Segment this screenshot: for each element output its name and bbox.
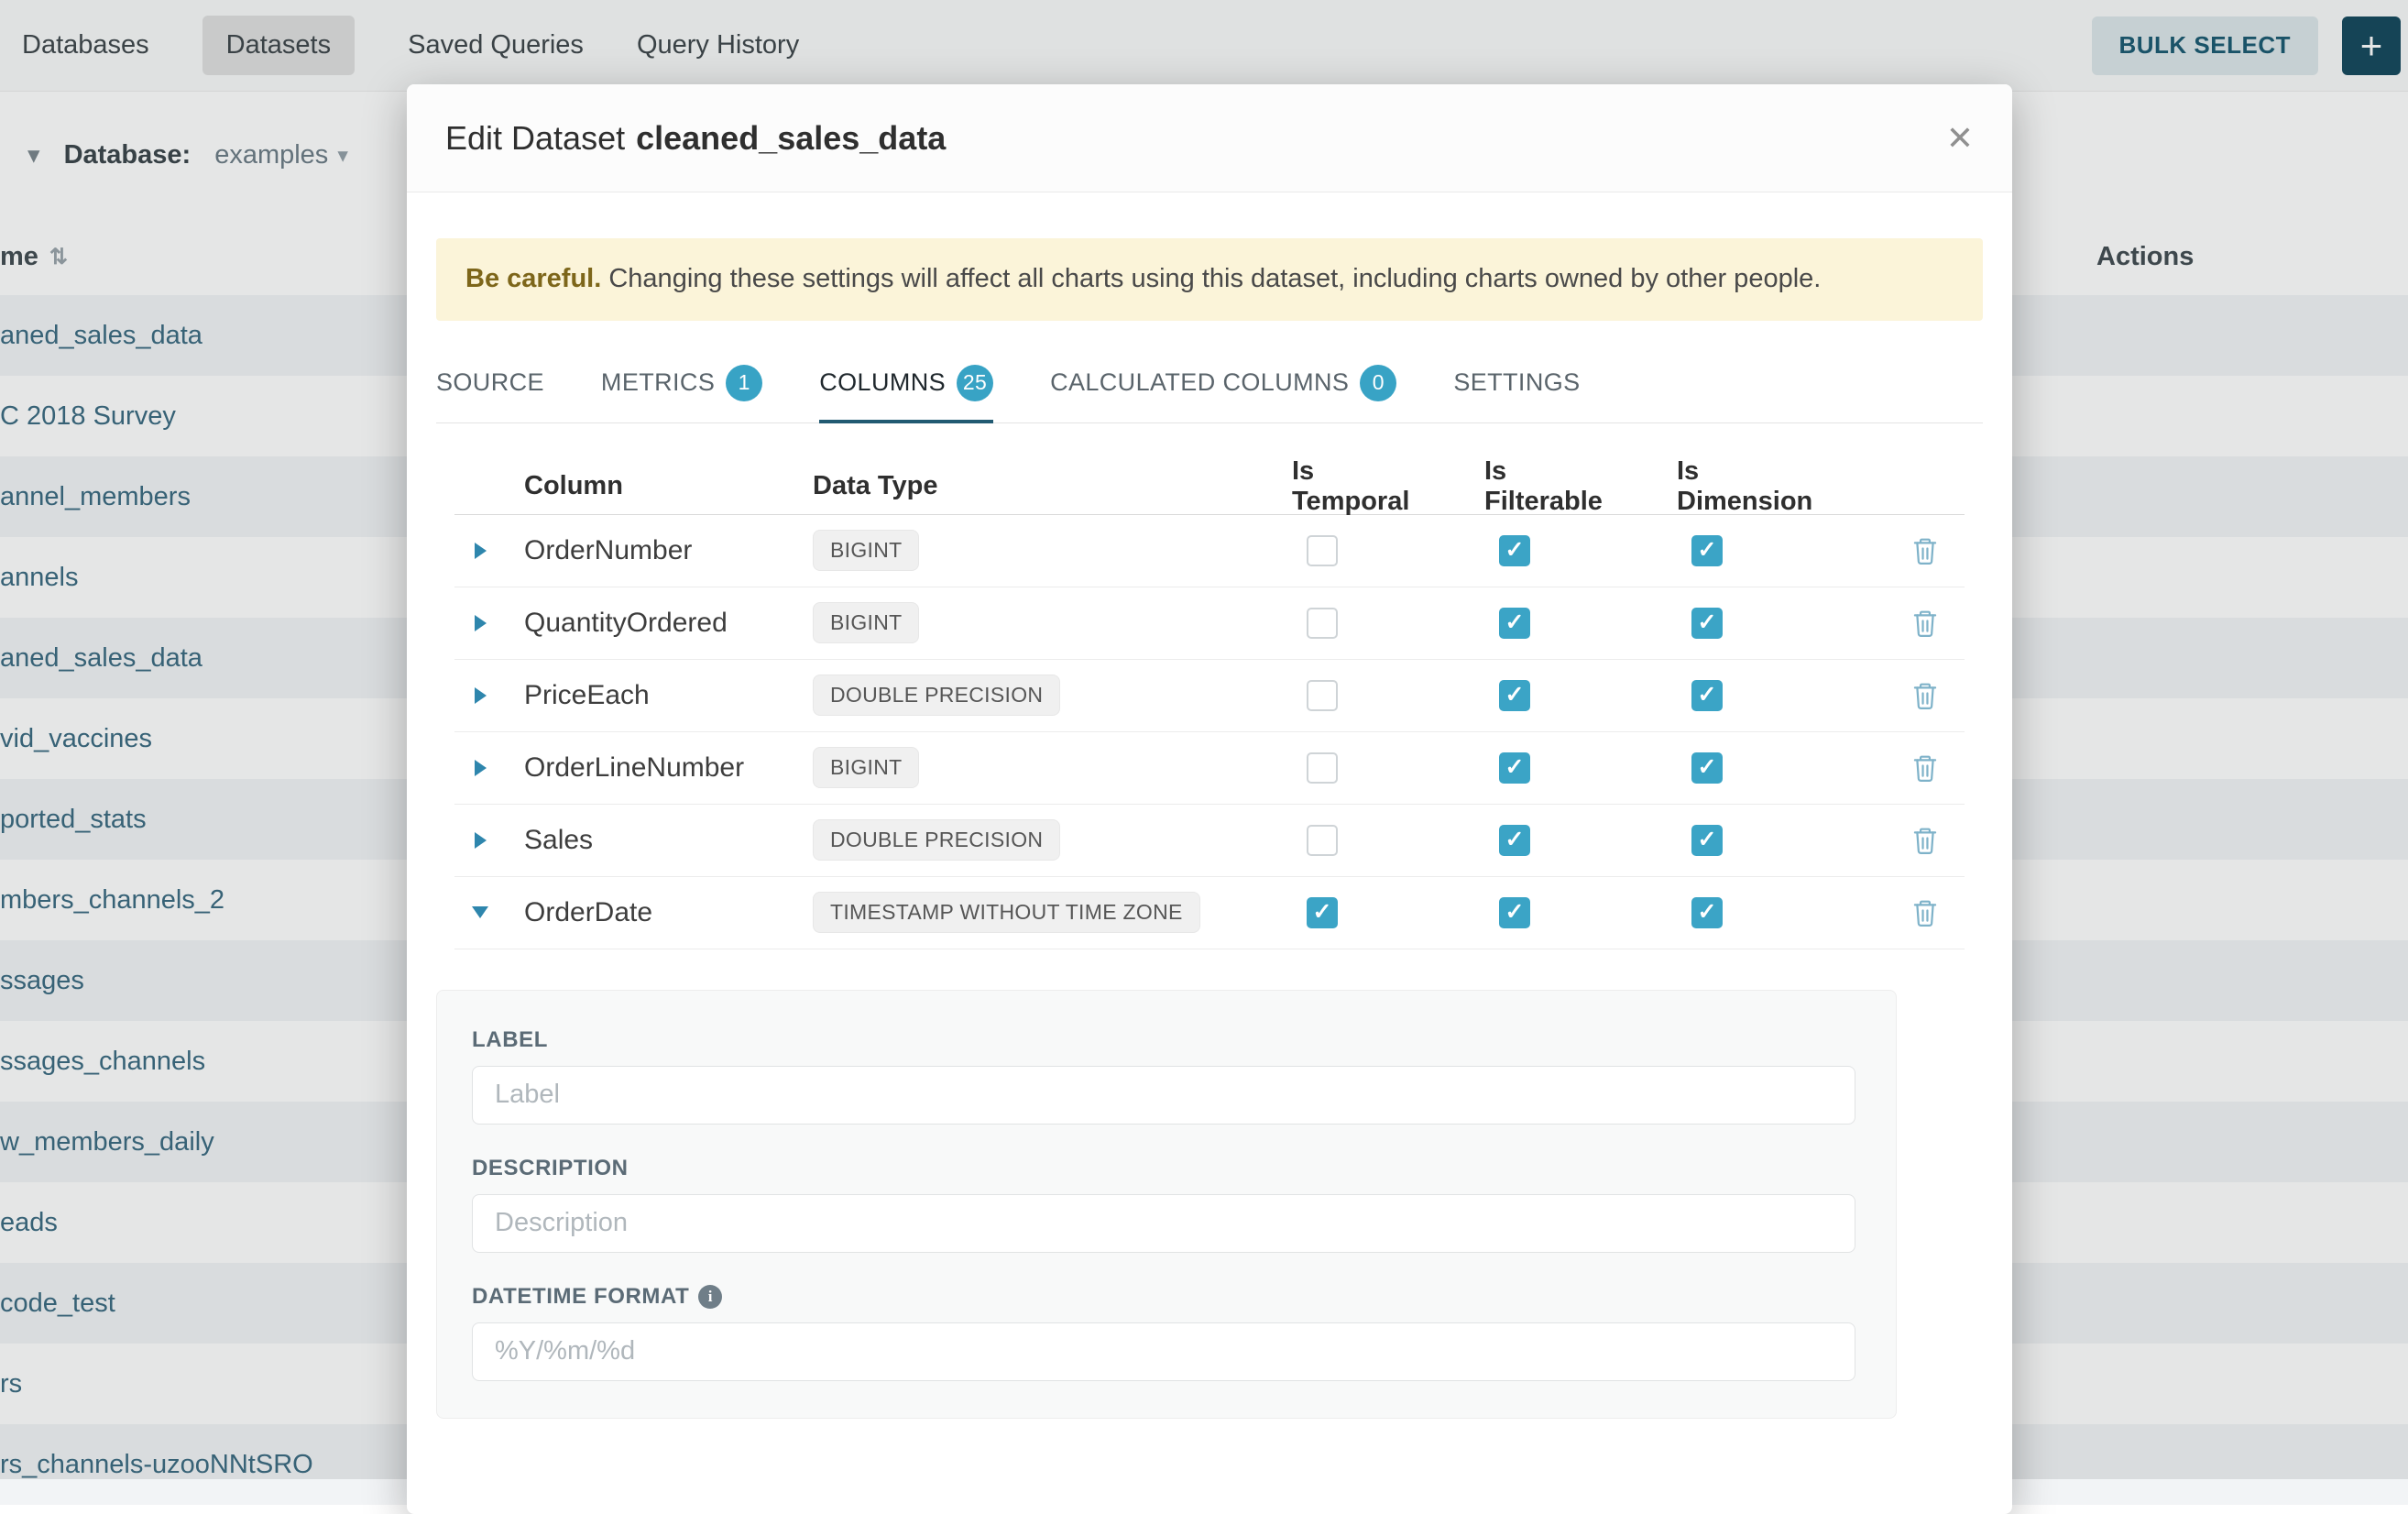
datetime-format-label-text: DATETIME FORMAT <box>472 1284 689 1310</box>
expand-caret-icon[interactable] <box>454 687 506 704</box>
datetime-format-field: DATETIME FORMAT i <box>472 1284 1855 1381</box>
modal-title: Edit Dataset cleaned_sales_data <box>445 119 946 158</box>
label-input[interactable] <box>472 1066 1855 1125</box>
calculated-columns-count-badge: 0 <box>1360 365 1396 401</box>
column-name: OrderDate <box>506 897 794 928</box>
modal-title-prefix: Edit Dataset <box>445 119 625 158</box>
datetime-format-field-label: DATETIME FORMAT i <box>472 1284 1855 1310</box>
delete-column-icon[interactable] <box>1911 898 1939 927</box>
modal-header: Edit Dataset cleaned_sales_data ✕ <box>407 84 2012 192</box>
delete-column-icon[interactable] <box>1911 681 1939 710</box>
header-is-dimension: Is Dimension <box>1611 456 1803 517</box>
is-filterable-checkbox[interactable] <box>1499 535 1530 566</box>
columns-count-badge: 25 <box>957 365 993 401</box>
column-detail-panel: LABEL DESCRIPTION DATETIME FORMAT i <box>436 990 1897 1419</box>
column-row: Sales DOUBLE PRECISION <box>454 805 1965 877</box>
is-temporal-checkbox[interactable] <box>1307 535 1338 566</box>
header-data-type: Data Type <box>794 471 1226 501</box>
delete-column-icon[interactable] <box>1911 536 1939 565</box>
warning-banner: Be careful. Changing these settings will… <box>436 238 1983 321</box>
is-dimension-checkbox[interactable] <box>1691 608 1723 639</box>
datetime-format-input[interactable] <box>472 1322 1855 1381</box>
data-type-pill: BIGINT <box>813 530 919 571</box>
metrics-count-badge: 1 <box>726 365 762 401</box>
is-filterable-checkbox[interactable] <box>1499 825 1530 856</box>
is-temporal-checkbox[interactable] <box>1307 825 1338 856</box>
label-field: LABEL <box>472 1027 1855 1125</box>
data-type-pill: BIGINT <box>813 602 919 643</box>
is-dimension-checkbox[interactable] <box>1691 535 1723 566</box>
is-temporal-checkbox[interactable] <box>1307 897 1338 928</box>
is-dimension-checkbox[interactable] <box>1691 680 1723 711</box>
tab-label: CALCULATED COLUMNS <box>1050 368 1349 397</box>
column-name: PriceEach <box>506 680 794 711</box>
column-name: QuantityOrdered <box>506 608 794 639</box>
is-filterable-checkbox[interactable] <box>1499 752 1530 784</box>
column-row: OrderLineNumber BIGINT <box>454 732 1965 805</box>
is-filterable-checkbox[interactable] <box>1499 680 1530 711</box>
expand-caret-icon[interactable] <box>454 615 506 631</box>
tab-source[interactable]: SOURCE <box>436 365 544 423</box>
data-type-pill: DOUBLE PRECISION <box>813 675 1060 716</box>
is-dimension-checkbox[interactable] <box>1691 825 1723 856</box>
is-filterable-checkbox[interactable] <box>1499 608 1530 639</box>
is-temporal-checkbox[interactable] <box>1307 752 1338 784</box>
tab-metrics[interactable]: METRICS 1 <box>601 365 762 423</box>
column-row: QuantityOrdered BIGINT <box>454 587 1965 660</box>
header-is-temporal: Is Temporal <box>1226 456 1418 517</box>
data-type-pill: BIGINT <box>813 747 919 788</box>
column-row: OrderDate TIMESTAMP WITHOUT TIME ZONE <box>454 877 1965 949</box>
expand-caret-icon[interactable] <box>454 543 506 559</box>
column-name: Sales <box>506 825 794 856</box>
modal-tabs: SOURCE METRICS 1 COLUMNS 25 CALCULATED C… <box>436 365 1983 423</box>
warning-bold-text: Be careful. <box>465 264 601 293</box>
header-is-filterable: Is Filterable <box>1418 456 1611 517</box>
tab-label: SOURCE <box>436 368 544 397</box>
column-row: PriceEach DOUBLE PRECISION <box>454 660 1965 732</box>
expand-caret-icon[interactable] <box>454 760 506 776</box>
description-field: DESCRIPTION <box>472 1156 1855 1253</box>
label-field-label: LABEL <box>472 1027 1855 1053</box>
tab-label: SETTINGS <box>1453 368 1580 397</box>
tab-label: METRICS <box>601 368 715 397</box>
close-icon[interactable]: ✕ <box>1946 122 1974 155</box>
column-name: OrderNumber <box>506 535 794 566</box>
column-name: OrderLineNumber <box>506 752 794 784</box>
tab-label: COLUMNS <box>819 368 946 397</box>
is-temporal-checkbox[interactable] <box>1307 680 1338 711</box>
warning-text: Changing these settings will affect all … <box>608 264 1821 293</box>
columns-table-header: Column Data Type Is Temporal Is Filterab… <box>454 456 1965 515</box>
data-type-pill: TIMESTAMP WITHOUT TIME ZONE <box>813 892 1200 933</box>
tab-calculated-columns[interactable]: CALCULATED COLUMNS 0 <box>1050 365 1396 423</box>
edit-dataset-modal: Edit Dataset cleaned_sales_data ✕ Be car… <box>407 84 2012 1514</box>
tab-columns[interactable]: COLUMNS 25 <box>819 365 993 423</box>
is-filterable-checkbox[interactable] <box>1499 897 1530 928</box>
info-icon[interactable]: i <box>698 1285 722 1309</box>
expand-caret-icon[interactable] <box>454 832 506 849</box>
column-row: OrderNumber BIGINT <box>454 515 1965 587</box>
description-input[interactable] <box>472 1194 1855 1253</box>
columns-table: Column Data Type Is Temporal Is Filterab… <box>454 456 1965 949</box>
collapse-caret-icon[interactable] <box>454 906 506 918</box>
data-type-pill: DOUBLE PRECISION <box>813 819 1060 861</box>
delete-column-icon[interactable] <box>1911 609 1939 638</box>
delete-column-icon[interactable] <box>1911 826 1939 855</box>
is-temporal-checkbox[interactable] <box>1307 608 1338 639</box>
header-column: Column <box>506 471 794 501</box>
is-dimension-checkbox[interactable] <box>1691 897 1723 928</box>
tab-settings[interactable]: SETTINGS <box>1453 365 1580 423</box>
modal-dataset-name: cleaned_sales_data <box>636 119 946 158</box>
description-field-label: DESCRIPTION <box>472 1156 1855 1181</box>
modal-body: Be careful. Changing these settings will… <box>407 238 2012 1419</box>
is-dimension-checkbox[interactable] <box>1691 752 1723 784</box>
delete-column-icon[interactable] <box>1911 753 1939 783</box>
